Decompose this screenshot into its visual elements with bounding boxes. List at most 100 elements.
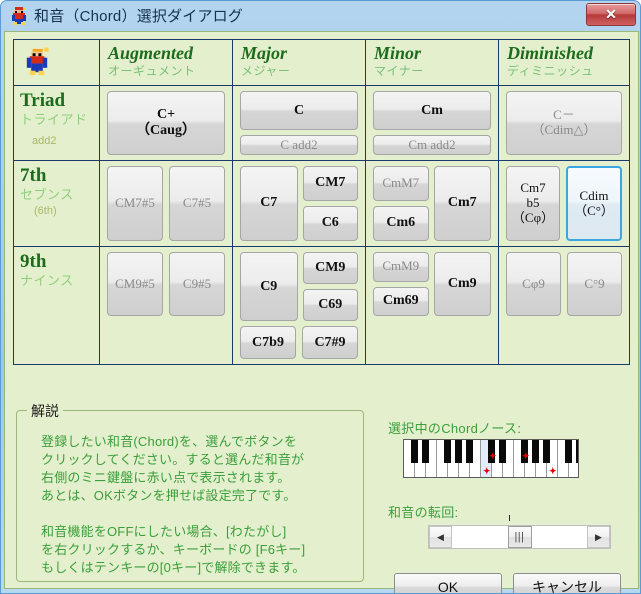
dialog-client-area: Augmented オーギュメント Major メジャー Minor マイナー … [4,31,639,593]
chord-inversion-scrollbar[interactable]: ◀ ||| ▶ [428,525,611,549]
cell-triad-augmented: C+ （Caug） [100,86,233,161]
column-header-jp: メジャー [241,64,291,78]
inversion-track-left[interactable] [452,526,508,548]
inversion-thumb[interactable]: ||| [507,526,532,548]
row-header-triad: Triad トライアド add2 [14,86,100,161]
explanation-group-box: 解説 登録したい和音(Chord)を、選んでボタンを クリックしてください。する… [16,401,364,582]
column-header-en: Augmented [108,43,194,63]
piano-black-key[interactable] [411,440,418,463]
explanation-legend: 解説 [27,401,63,421]
piano-black-key[interactable] [532,440,539,463]
chord-note-marker [489,454,494,459]
chord-button-cphi9[interactable]: Cφ9 [506,252,561,316]
chord-button-c6[interactable]: C6 [302,206,358,241]
piano-black-key[interactable] [499,440,506,463]
column-header-augmented: Augmented オーギュメント [100,40,233,86]
chord-button-cm7-minor[interactable]: Cm7 [433,166,491,241]
cell-9th-augmented: CM9#5 C9#5 [100,247,233,364]
chord-button-cm6[interactable]: Cm6 [373,206,429,241]
cancel-button[interactable]: キャンセル [513,573,621,593]
piano-black-key[interactable] [455,440,462,463]
row-header-en: 9th [20,251,47,272]
chord-button-caug[interactable]: C+ （Caug） [107,91,225,155]
row-header-en: Triad [20,90,66,111]
row-header-jp: ナインス [20,273,74,288]
row-header-jp: セブンス [20,187,74,202]
chord-button-cm9-minor[interactable]: Cm9 [433,252,491,316]
column-header-en: Diminished [507,43,594,63]
chord-button-cm9s5[interactable]: CM9#5 [107,252,163,316]
piano-black-key[interactable] [444,440,451,463]
explanation-text: 登録したい和音(Chord)を、選んでボタンを クリックしてください。すると選ん… [41,434,306,575]
chord-button-cdim9[interactable]: C°9 [567,252,622,316]
column-header-diminished: Diminished ディミニッシュ [499,40,629,86]
table-corner-cell [14,40,100,86]
inversion-right-arrow[interactable]: ▶ [587,526,610,548]
chord-inversion-label: 和音の転回: [388,505,459,520]
inversion-left-arrow[interactable]: ◀ [429,526,452,548]
chord-button-c7s5[interactable]: C7#5 [169,166,225,241]
column-header-jp: オーギュメント [108,64,196,78]
piano-keyboard-icon [403,439,579,478]
piano-black-key[interactable] [466,440,473,463]
chord-button-c7[interactable]: C7 [240,166,298,241]
chord-button-c7s9[interactable]: C7#9 [302,326,358,359]
cell-9th-diminished: Cφ9 C°9 [499,247,629,364]
chord-dialog-window: 和音（Chord）選択ダイアログ ✕ Augmented オーギュメント Maj… [0,0,641,594]
inversion-track-right[interactable] [532,526,588,548]
chord-button-c69[interactable]: C69 [302,289,358,322]
column-header-major: Major メジャー [233,40,366,86]
chord-button-cm9[interactable]: CM9 [302,252,358,285]
row-header-9th: 9th ナインス [14,247,100,364]
piano-black-key[interactable] [543,440,550,463]
row-header-en: 7th [20,165,47,186]
window-title: 和音（Chord）選択ダイアログ [34,8,244,25]
row-header-7th: 7th セブンス (6th) [14,161,100,247]
column-header-jp: ディミニッシュ [507,64,594,78]
cell-triad-major: C C add2 [233,86,366,161]
chord-button-c9s5[interactable]: C9#5 [169,252,225,316]
row-header-jp: トライアド [20,112,88,127]
column-header-minor: Minor マイナー [366,40,499,86]
inversion-center-tick [509,515,510,521]
row-header-sub: add2 [32,135,57,147]
piano-black-key[interactable] [576,440,578,463]
inversion-thumb-grip: ||| [514,531,525,543]
chord-button-cm7b5[interactable]: Cm7 b5 （Cφ） [506,166,560,241]
chord-note-marker [549,469,554,474]
cell-9th-major: C9 CM9 C69 C7b9 C7#9 [233,247,366,364]
chord-button-cm[interactable]: Cm [373,91,491,131]
cell-7th-diminished: Cm7 b5 （Cφ） Cdim （C°） [499,161,629,247]
mario-character-icon [26,47,49,76]
column-header-en: Major [241,43,288,63]
column-header-jp: マイナー [374,64,424,78]
chord-button-c9[interactable]: C9 [240,252,298,322]
chord-button-cm7s5[interactable]: CM7#5 [107,166,163,241]
chord-button-cdim-triangle[interactable]: C－ （Cdim△） [506,91,622,155]
title-bar: 和音（Chord）選択ダイアログ ✕ [1,1,640,31]
cell-9th-minor: CmM9 Cm69 Cm9 [366,247,499,364]
selected-chord-source-label: 選択中のChordノース: [388,421,522,436]
chord-button-cmm9[interactable]: CmM9 [373,252,429,282]
chord-button-cmm7[interactable]: CmM7 [373,166,429,201]
cell-7th-augmented: CM7#5 C7#5 [100,161,233,247]
chord-button-c[interactable]: C [240,91,358,131]
chord-button-cdim[interactable]: Cdim （C°） [566,166,622,241]
close-button[interactable]: ✕ [586,3,636,26]
cell-triad-minor: Cm Cm add2 [366,86,499,161]
ok-button[interactable]: OK [394,573,502,593]
cell-triad-diminished: C－ （Cdim△） [499,86,629,161]
mario-character-icon [12,7,26,25]
chord-button-c-add2[interactable]: C add2 [240,135,358,155]
chord-button-cm69[interactable]: Cm69 [373,286,429,316]
cell-7th-major: C7 CM7 C6 [233,161,366,247]
chord-button-c7b9[interactable]: C7b9 [240,326,296,359]
chord-note-marker [522,454,527,459]
chord-note-marker [483,469,488,474]
cell-7th-minor: CmM7 Cm6 Cm7 [366,161,499,247]
piano-black-key[interactable] [422,440,429,463]
piano-black-key[interactable] [565,440,572,463]
chord-button-cm7[interactable]: CM7 [302,166,358,201]
chord-button-cm-add2[interactable]: Cm add2 [373,135,491,155]
chord-table: Augmented オーギュメント Major メジャー Minor マイナー … [13,39,630,365]
